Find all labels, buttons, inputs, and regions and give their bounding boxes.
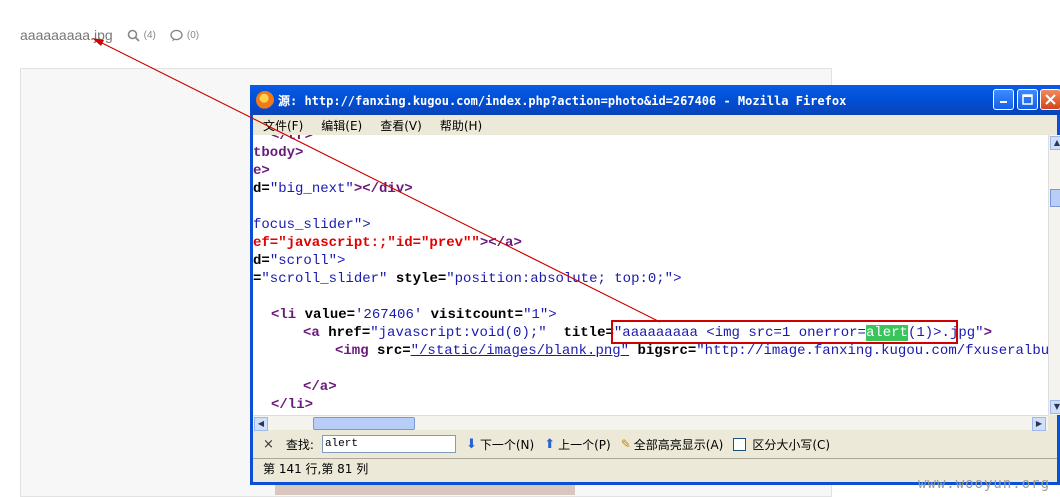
photo-header: aaaaaaaaa.jpg (4) (0): [20, 25, 199, 45]
maximize-button[interactable]: [1017, 89, 1038, 110]
firefox-logo-icon: [256, 91, 274, 109]
find-bar: × 查找: ⬇ 下一个(N) ⬆ 上一个(P) ✎ 全部高亮显示(A) 区分大小…: [253, 431, 1057, 457]
checkbox-icon: [733, 437, 747, 451]
horizontal-scroll-thumb[interactable]: [313, 417, 415, 430]
source-line: ef="javascript:;"id="prev""></a>: [253, 235, 522, 251]
arrow-up-icon: ⬆: [544, 436, 556, 452]
minimize-button[interactable]: [993, 89, 1014, 110]
menu-file[interactable]: 文件(F): [263, 117, 303, 134]
annotation-box: [611, 320, 958, 344]
source-line: d="scroll">: [253, 253, 346, 269]
comment-bubble-icon: [170, 29, 183, 41]
vertical-scroll-thumb[interactable]: [1050, 189, 1060, 207]
title-bar[interactable]: 源: http://fanxing.kugou.com/index.php?ac…: [250, 85, 1060, 115]
scroll-down-icon[interactable]: ▼: [1050, 400, 1060, 414]
comment-count: (0): [170, 29, 199, 42]
view-count-text: (4): [143, 29, 156, 41]
find-close-icon[interactable]: ×: [263, 437, 274, 452]
scroll-up-icon[interactable]: ▲: [1050, 136, 1060, 150]
source-line: <img src="/static/images/blank.png" bigs…: [335, 343, 1048, 359]
source-line: ="scroll_slider" style="position:absolut…: [253, 271, 682, 287]
source-line: </a>: [303, 379, 337, 395]
source-line: <li value='267406' visitcount="1">: [271, 307, 557, 323]
comment-count-text: (0): [186, 29, 200, 41]
magnifier-icon: [127, 29, 140, 42]
match-case-label: 区分大小写(C): [752, 437, 831, 452]
menu-bar: 文件(F) 编辑(E) 查看(V) 帮助(H): [253, 115, 1057, 135]
find-next-button[interactable]: ⬇ 下一个(N): [466, 436, 534, 453]
source-line: e>: [253, 163, 270, 179]
maximize-icon: [1022, 94, 1033, 105]
scroll-right-icon[interactable]: ▶: [1032, 417, 1046, 431]
close-icon: [1045, 94, 1056, 105]
close-button[interactable]: [1040, 89, 1060, 110]
arrow-down-icon: ⬇: [465, 436, 477, 452]
source-line: </li>: [271, 397, 314, 413]
find-input[interactable]: [321, 435, 456, 453]
source-line: focus_slider">: [253, 217, 371, 233]
find-prev-button[interactable]: ⬆ 上一个(P): [544, 436, 611, 453]
status-text: 第 141 行,第 81 列: [263, 462, 369, 476]
menu-edit[interactable]: 编辑(E): [321, 117, 362, 134]
find-next-label: 下一个(N): [479, 437, 535, 452]
minimize-icon: [1000, 101, 1007, 103]
window-title: 源: http://fanxing.kugou.com/index.php?ac…: [278, 94, 847, 108]
view-count: (4): [127, 29, 156, 42]
firefox-window: 源: http://fanxing.kugou.com/index.php?ac…: [250, 85, 1060, 485]
highlight-all-button[interactable]: ✎ 全部高亮显示(A): [621, 436, 724, 453]
source-line: d="big_next"></div>: [253, 181, 413, 197]
horizontal-scrollbar[interactable]: ◀ ▶: [253, 415, 1048, 431]
scroll-left-icon[interactable]: ◀: [254, 417, 268, 431]
menu-help[interactable]: 帮助(H): [440, 117, 482, 134]
highlight-all-label: 全部高亮显示(A): [633, 437, 724, 452]
status-bar: 第 141 行,第 81 列: [253, 458, 1057, 478]
source-line: tbody>: [253, 145, 304, 161]
vertical-scrollbar[interactable]: ▲ ▼: [1048, 135, 1060, 415]
photo-filename[interactable]: aaaaaaaaa.jpg: [20, 27, 113, 43]
source-view[interactable]: </tr> tbody> e> d="big_next"></div> focu…: [253, 135, 1048, 430]
highlighter-icon: ✎: [620, 437, 631, 451]
match-case-checkbox[interactable]: 区分大小写(C): [733, 436, 830, 453]
menu-view[interactable]: 查看(V): [380, 117, 422, 134]
find-label: 查找:: [285, 437, 314, 452]
watermark-text: www.wooyun.org: [918, 476, 1051, 492]
find-prev-label: 上一个(P): [558, 437, 611, 452]
